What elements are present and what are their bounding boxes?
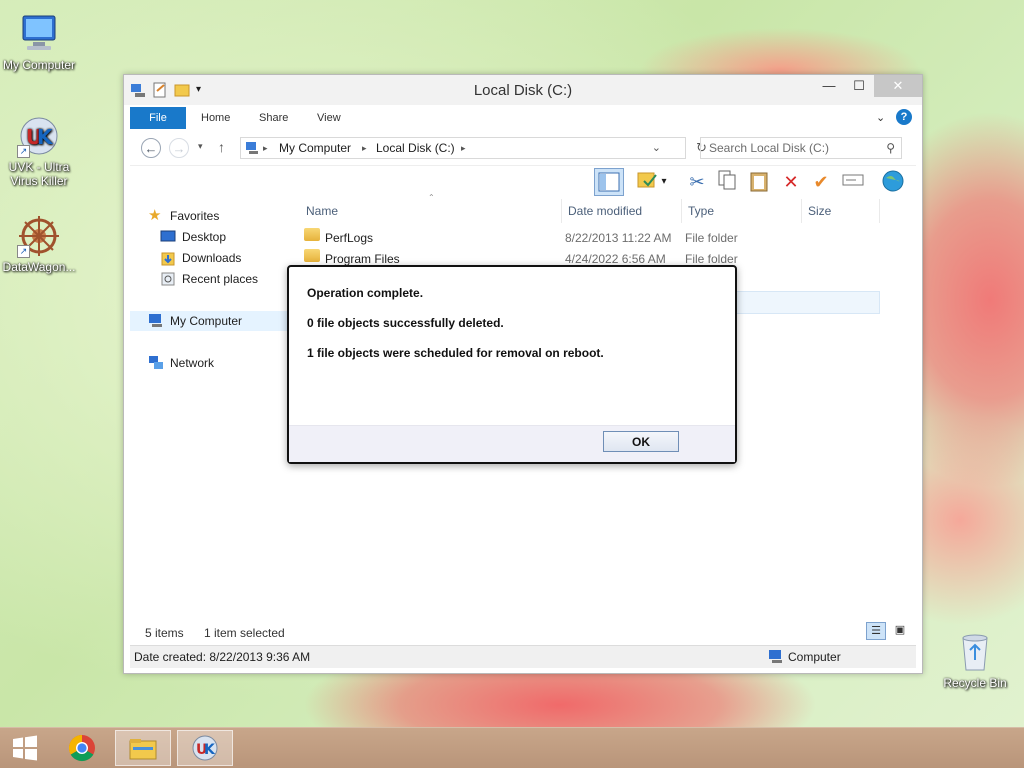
- status-item-count: 5 items: [145, 626, 184, 640]
- uvk-icon: U K: [192, 735, 218, 761]
- column-header-type[interactable]: Type: [682, 199, 802, 223]
- dialog-message-3: 1 file objects were scheduled for remova…: [307, 346, 604, 360]
- status-selected-count: 1 item selected: [204, 626, 285, 640]
- nav-network[interactable]: Network: [148, 353, 214, 373]
- datawagon-icon: ↗: [17, 214, 61, 258]
- date-created-text: Date created: 8/22/2013 9:36 AM: [134, 650, 311, 664]
- up-arrow-icon[interactable]: ↑: [218, 139, 225, 155]
- paste-icon[interactable]: [746, 169, 772, 195]
- breadcrumb-separator-icon: ▸: [263, 143, 268, 153]
- sort-arrow-icon: ⌃: [428, 193, 435, 202]
- expand-ribbon-icon[interactable]: ⌄: [876, 107, 885, 129]
- back-button[interactable]: ←: [141, 138, 161, 158]
- tab-view[interactable]: View: [317, 107, 341, 129]
- svg-text:K: K: [37, 125, 54, 149]
- desktop-icon-label: Recycle Bin: [943, 676, 1007, 690]
- checkmark-icon[interactable]: ✔: [808, 169, 834, 195]
- status-bar: 5 items 1 item selected ☰ ▣: [130, 622, 916, 643]
- nav-desktop[interactable]: Desktop: [160, 227, 226, 247]
- desktop-icon-label: UVK - Ultra Virus Killer: [8, 160, 70, 188]
- operation-complete-dialog: Operation complete. 0 file objects succe…: [287, 265, 737, 464]
- desktop-icon: [160, 229, 176, 245]
- star-icon: ★: [148, 207, 162, 224]
- address-dropdown-icon[interactable]: ⌄: [652, 138, 661, 158]
- taskbar: U K: [0, 727, 1024, 768]
- table-row[interactable]: PerfLogs 8/22/2013 11:22 AM File folder: [300, 228, 916, 249]
- computer-icon: [17, 12, 61, 56]
- desktop-icon-recycle-bin[interactable]: Recycle Bin: [936, 630, 1014, 690]
- network-icon: [148, 355, 164, 371]
- shortcut-arrow-icon: ↗: [17, 145, 30, 158]
- taskbar-uvk[interactable]: U K: [177, 730, 233, 766]
- navigation-pane: ★ Favorites Desktop Downloads Recent pla…: [130, 201, 300, 641]
- computer-icon: [148, 313, 164, 329]
- desktop-icon-label: DataWagon...: [2, 260, 76, 274]
- desktop-icon-my-computer[interactable]: My Computer: [0, 12, 78, 72]
- cut-icon[interactable]: ✂: [684, 169, 710, 195]
- command-toolbar: ▾ ✂ ✕ ✔: [130, 165, 916, 198]
- globe-icon[interactable]: [880, 169, 906, 195]
- maximize-button[interactable]: ☐: [844, 75, 874, 97]
- breadcrumb-local-disk[interactable]: Local Disk (C:): [376, 138, 455, 158]
- preview-pane-button[interactable]: [594, 168, 624, 196]
- chevron-down-icon[interactable]: ▾: [658, 169, 670, 195]
- shortcut-arrow-icon: ↗: [17, 245, 30, 258]
- taskbar-chrome[interactable]: [54, 730, 110, 766]
- breadcrumb-my-computer[interactable]: My Computer: [279, 138, 351, 158]
- details-view-icon[interactable]: ☰: [866, 622, 886, 640]
- delete-icon[interactable]: ✕: [778, 169, 804, 195]
- dialog-message-2: 0 file objects successfully deleted.: [307, 316, 504, 330]
- search-input[interactable]: Search Local Disk (C:) ⚲: [700, 137, 902, 159]
- tab-home[interactable]: Home: [201, 107, 230, 129]
- tab-share[interactable]: Share: [259, 107, 288, 129]
- computer-icon: [768, 649, 784, 672]
- nav-my-computer[interactable]: My Computer: [130, 311, 300, 331]
- ok-button[interactable]: OK: [603, 431, 679, 452]
- window-controls: — ☐ ✕: [814, 75, 922, 97]
- file-explorer-icon: [129, 739, 157, 760]
- recent-places-icon: [160, 271, 176, 287]
- breadcrumb-separator-icon: ▸: [362, 143, 367, 153]
- tab-file[interactable]: File: [130, 107, 186, 129]
- nav-recent-places[interactable]: Recent places: [160, 269, 258, 289]
- desktop-icon-label: My Computer: [2, 58, 76, 72]
- ribbon-tabs: File Home Share View ⌄ ?: [130, 105, 916, 129]
- search-placeholder: Search Local Disk (C:): [709, 141, 830, 155]
- minimize-button[interactable]: —: [814, 75, 844, 97]
- rename-icon[interactable]: [840, 169, 866, 195]
- dialog-message-1: Operation complete.: [307, 286, 424, 300]
- start-button[interactable]: [0, 730, 50, 766]
- location-text: Computer: [788, 650, 841, 664]
- svg-text:K: K: [204, 742, 216, 758]
- chrome-icon: [68, 734, 95, 762]
- taskbar-file-explorer[interactable]: [115, 730, 171, 766]
- column-header-name[interactable]: Name: [300, 199, 562, 223]
- column-header-size[interactable]: Size: [802, 199, 880, 223]
- recycle-bin-icon: [953, 630, 997, 674]
- downloads-icon: [160, 250, 176, 266]
- address-row: ← → ▾ ↑ ▸ My Computer ▸ Local Disk (C:) …: [130, 133, 916, 163]
- title-bar[interactable]: ▾ Local Disk (C:) — ☐ ✕: [124, 75, 922, 105]
- help-icon[interactable]: ?: [896, 109, 912, 125]
- copy-icon[interactable]: [714, 169, 740, 195]
- computer-icon: [245, 141, 259, 161]
- nav-favorites[interactable]: ★ Favorites: [148, 206, 219, 226]
- recent-locations-icon[interactable]: ▾: [198, 141, 203, 152]
- nav-downloads[interactable]: Downloads: [160, 248, 241, 268]
- forward-button[interactable]: →: [169, 138, 189, 158]
- address-bar[interactable]: ▸ My Computer ▸ Local Disk (C:) ▸ ⌄ ↻: [240, 137, 707, 161]
- desktop-icon-uvk[interactable]: U K ↗ UVK - Ultra Virus Killer: [0, 114, 78, 188]
- desktop-icon-datawagon[interactable]: ↗ DataWagon...: [0, 214, 78, 274]
- search-icon[interactable]: ⚲: [886, 138, 895, 158]
- breadcrumb-separator-icon: ▸: [461, 143, 466, 153]
- windows-logo-icon: [13, 735, 37, 761]
- details-bar: Date created: 8/22/2013 9:36 AM Computer: [130, 645, 916, 668]
- properties-icon[interactable]: [634, 169, 660, 195]
- close-button[interactable]: ✕: [874, 75, 922, 97]
- window-title: Local Disk (C:): [473, 82, 573, 99]
- column-header-date[interactable]: Date modified: [562, 199, 682, 223]
- large-icons-view-icon[interactable]: ▣: [890, 622, 910, 640]
- uvk-icon: U K ↗: [17, 114, 61, 158]
